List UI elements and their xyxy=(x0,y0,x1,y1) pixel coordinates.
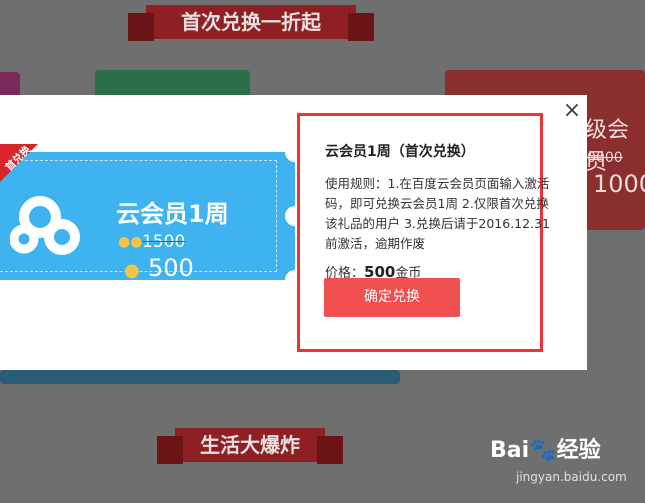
ticket-old-price: 1500 xyxy=(142,232,186,252)
ribbon-top-label: 首次兑换一折起 xyxy=(181,10,321,34)
ribbon-bottom-label: 生活大爆炸 xyxy=(200,433,300,457)
product-title: 云会员1周（首次兑换） xyxy=(325,144,475,160)
coin-icon-large: ● xyxy=(124,260,140,281)
ribbon-top: 首次兑换一折起 xyxy=(128,5,374,41)
baidu-cloud-icon xyxy=(10,196,80,255)
bg-card-bottom xyxy=(0,370,400,384)
ticket-new-price: 500 xyxy=(148,254,194,282)
coin-icon-small: ●● xyxy=(118,234,143,250)
watermark-logo: Bai🐾经验 xyxy=(490,438,601,463)
bg-card-right-title: 级会员 xyxy=(585,118,630,175)
bg-card-right-price: 1000 xyxy=(593,170,645,198)
usage-rules: 使用规则：1.在百度云会员页面输入激活码，即可兑换云会员1周 2.仅限首次兑换该… xyxy=(325,176,550,251)
watermark-brand: Bai xyxy=(490,438,530,463)
ribbon-bottom: 生活大爆炸 xyxy=(157,428,343,464)
confirm-exchange-button[interactable]: 确定兑换 xyxy=(324,278,460,317)
close-icon[interactable]: × xyxy=(562,100,582,122)
bg-card-right-old: 0000 xyxy=(587,150,623,166)
ticket-product-name: 云会员1周 xyxy=(116,200,229,228)
watermark-brand2: 经验 xyxy=(556,438,601,463)
watermark-url: jingyan.baidu.com xyxy=(516,470,627,484)
